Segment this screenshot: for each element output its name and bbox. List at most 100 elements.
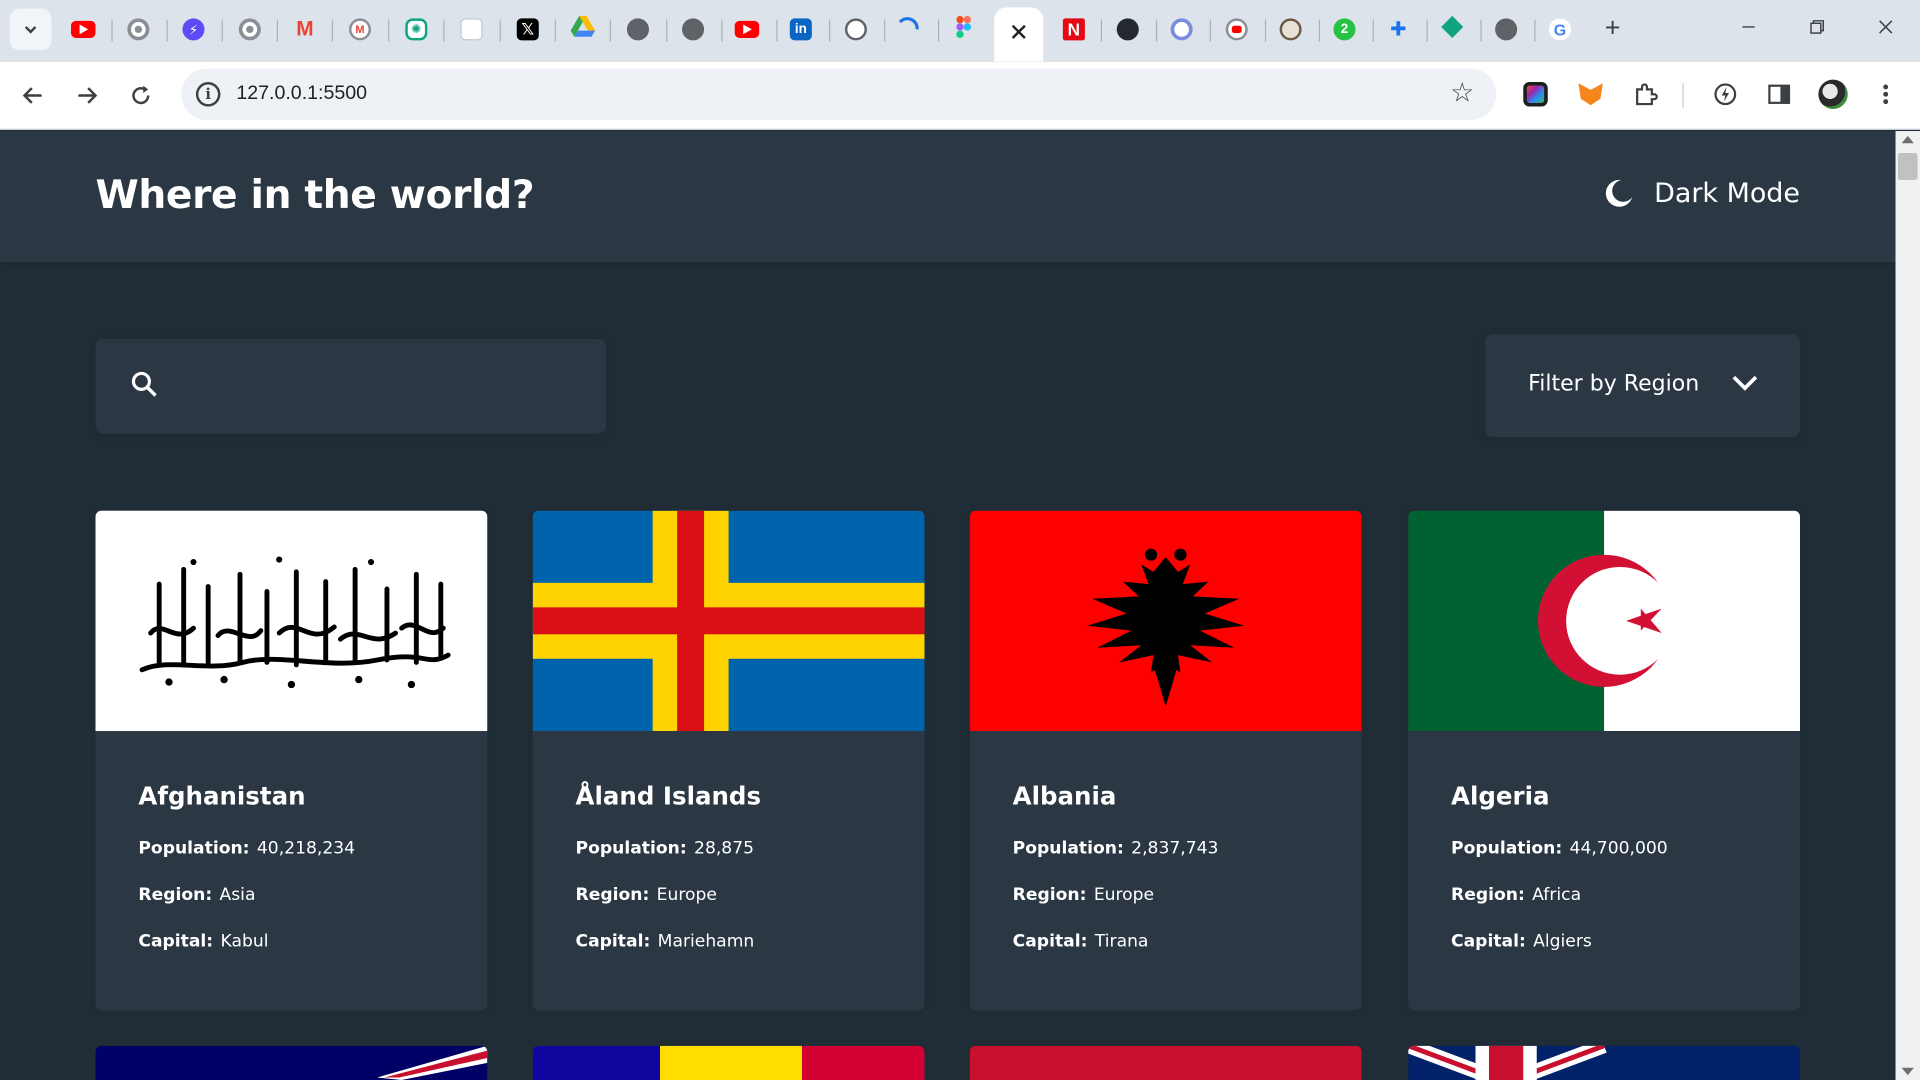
country-card-partial[interactable] — [95, 1045, 488, 1080]
scroll-down-arrow-icon[interactable] — [1901, 1067, 1914, 1076]
country-name[interactable]: Albania — [1013, 781, 1117, 810]
url-text[interactable]: 127.0.0.1:5500 — [236, 83, 367, 105]
tab-globe-3[interactable] — [1487, 10, 1526, 49]
algeria-flag — [1408, 510, 1801, 732]
tab-x[interactable]: 𝕏 — [508, 10, 547, 49]
tab-document[interactable] — [452, 10, 491, 49]
population-value: 28,875 — [694, 838, 755, 859]
tab-badge[interactable]: 2 — [1325, 10, 1364, 49]
tab-globe-1[interactable] — [618, 10, 657, 49]
side-panel-button[interactable] — [1764, 80, 1793, 109]
tab-chatgpt[interactable]: ✺ — [397, 10, 436, 49]
country-card-partial[interactable] — [532, 1045, 925, 1080]
capital-value: Tirana — [1094, 931, 1149, 952]
restore-button[interactable] — [1802, 15, 1831, 44]
tab-google-drive[interactable] — [563, 10, 602, 49]
country-card[interactable]: Albania Population: 2,837,743 Region: Euro… — [969, 510, 1362, 1011]
tab-search-button[interactable] — [9, 8, 52, 51]
reload-button[interactable] — [124, 78, 158, 112]
population-value: 44,700,000 — [1569, 838, 1668, 859]
country-card[interactable]: Åland Islands Population: 28,875 Region: E… — [532, 510, 925, 1011]
region-row: Region: Europe — [1013, 885, 1154, 905]
metamask-extension[interactable] — [1576, 80, 1605, 109]
fox-icon — [1578, 83, 1603, 106]
tab-github-1[interactable] — [836, 10, 875, 49]
region-filter-dropdown[interactable]: Filter by Region — [1485, 334, 1801, 438]
country-card[interactable]: Algeria Population: 44,700,000 Region: Afr… — [1408, 510, 1801, 1011]
tab-youtube-2[interactable] — [727, 10, 766, 49]
population-row: Population: 2,837,743 — [1013, 839, 1219, 859]
youtube-icon — [734, 20, 760, 38]
chevron-down-icon — [1732, 375, 1758, 391]
close-icon[interactable] — [1011, 23, 1026, 45]
performance-button[interactable] — [1711, 80, 1740, 109]
back-button[interactable] — [16, 78, 50, 112]
tab-chrome-1[interactable] — [119, 10, 158, 49]
avatar — [1818, 79, 1848, 109]
capital-value: Kabul — [220, 931, 269, 952]
extensions-button[interactable] — [1631, 80, 1660, 109]
tab-globe-2[interactable] — [673, 10, 712, 49]
population-label: Population: — [138, 838, 250, 859]
dark-mode-toggle[interactable]: Dark Mode — [1603, 178, 1800, 210]
search-box[interactable] — [95, 339, 607, 434]
scroll-thumb[interactable] — [1897, 153, 1918, 181]
figma-icon — [956, 15, 972, 43]
chevron-down-icon — [24, 26, 37, 34]
profile-button[interactable] — [1818, 79, 1848, 109]
puzzle-icon: ✚ — [1390, 19, 1407, 41]
address-bar[interactable]: i 127.0.0.1:5500 ☆ — [181, 68, 1497, 121]
color-picker-extension[interactable] — [1521, 80, 1550, 109]
tab-diamond[interactable] — [1433, 10, 1472, 49]
tab-gmail-2[interactable]: M — [340, 10, 379, 49]
tab-google[interactable]: G — [1540, 10, 1579, 49]
aland-flag — [532, 510, 925, 732]
country-name[interactable]: Algeria — [1451, 781, 1549, 810]
site-title[interactable]: Where in the world? — [96, 171, 535, 218]
country-name[interactable]: Åland Islands — [576, 781, 762, 810]
tab-linkedin[interactable]: in — [781, 10, 820, 49]
minimize-button[interactable] — [1734, 15, 1763, 44]
population-label: Population: — [575, 838, 687, 859]
kebab-menu-icon — [1883, 84, 1889, 105]
tab-active[interactable] — [994, 7, 1044, 62]
country-name[interactable]: Afghanistan — [138, 781, 305, 810]
tab-github-2[interactable] — [1108, 10, 1147, 49]
new-tab-button[interactable]: + — [1598, 14, 1627, 44]
window-close-button[interactable] — [1871, 15, 1900, 44]
bookmark-star-icon[interactable]: ☆ — [1450, 79, 1474, 107]
tab-messenger[interactable]: ⚡ — [174, 10, 213, 49]
globe-icon — [626, 18, 649, 41]
globe-icon — [1495, 18, 1518, 41]
chrome-icon — [238, 18, 261, 41]
region-value: Africa — [1532, 885, 1582, 905]
google-icon: G — [1548, 18, 1572, 41]
scroll-up-arrow-icon[interactable] — [1901, 135, 1914, 144]
document-icon — [460, 18, 483, 41]
page-scrollbar[interactable] — [1895, 131, 1920, 1080]
search-input[interactable] — [181, 366, 574, 406]
tab-seal[interactable] — [1271, 10, 1310, 49]
capital-label: Capital: — [138, 931, 214, 952]
diamond-icon — [1441, 15, 1464, 43]
country-card-partial[interactable] — [969, 1045, 1362, 1080]
tab-youtube-3[interactable] — [1217, 10, 1256, 49]
capital-row: Capital: Kabul — [138, 932, 268, 952]
country-card-partial[interactable] — [1408, 1045, 1801, 1080]
tab-chrome-3[interactable] — [1162, 10, 1201, 49]
menu-button[interactable] — [1871, 80, 1900, 109]
country-card[interactable]: Afghanistan Population: 40,218,234 Region… — [95, 510, 488, 1011]
site-info-icon[interactable]: i — [195, 82, 221, 107]
youtube-icon — [71, 20, 96, 38]
gmail-icon: M — [296, 17, 314, 41]
tab-figma[interactable] — [944, 10, 983, 49]
tab-chrome-2[interactable] — [230, 10, 269, 49]
tab-loading[interactable] — [889, 10, 928, 49]
tab-netflix[interactable]: N — [1054, 10, 1093, 49]
forward-button[interactable] — [70, 78, 104, 112]
tab-gmail[interactable]: M — [285, 10, 324, 49]
tab-extension[interactable]: ✚ — [1379, 10, 1418, 49]
american-samoa-flag — [95, 1045, 488, 1080]
region-value: Europe — [656, 885, 717, 905]
tab-youtube[interactable] — [64, 10, 103, 49]
